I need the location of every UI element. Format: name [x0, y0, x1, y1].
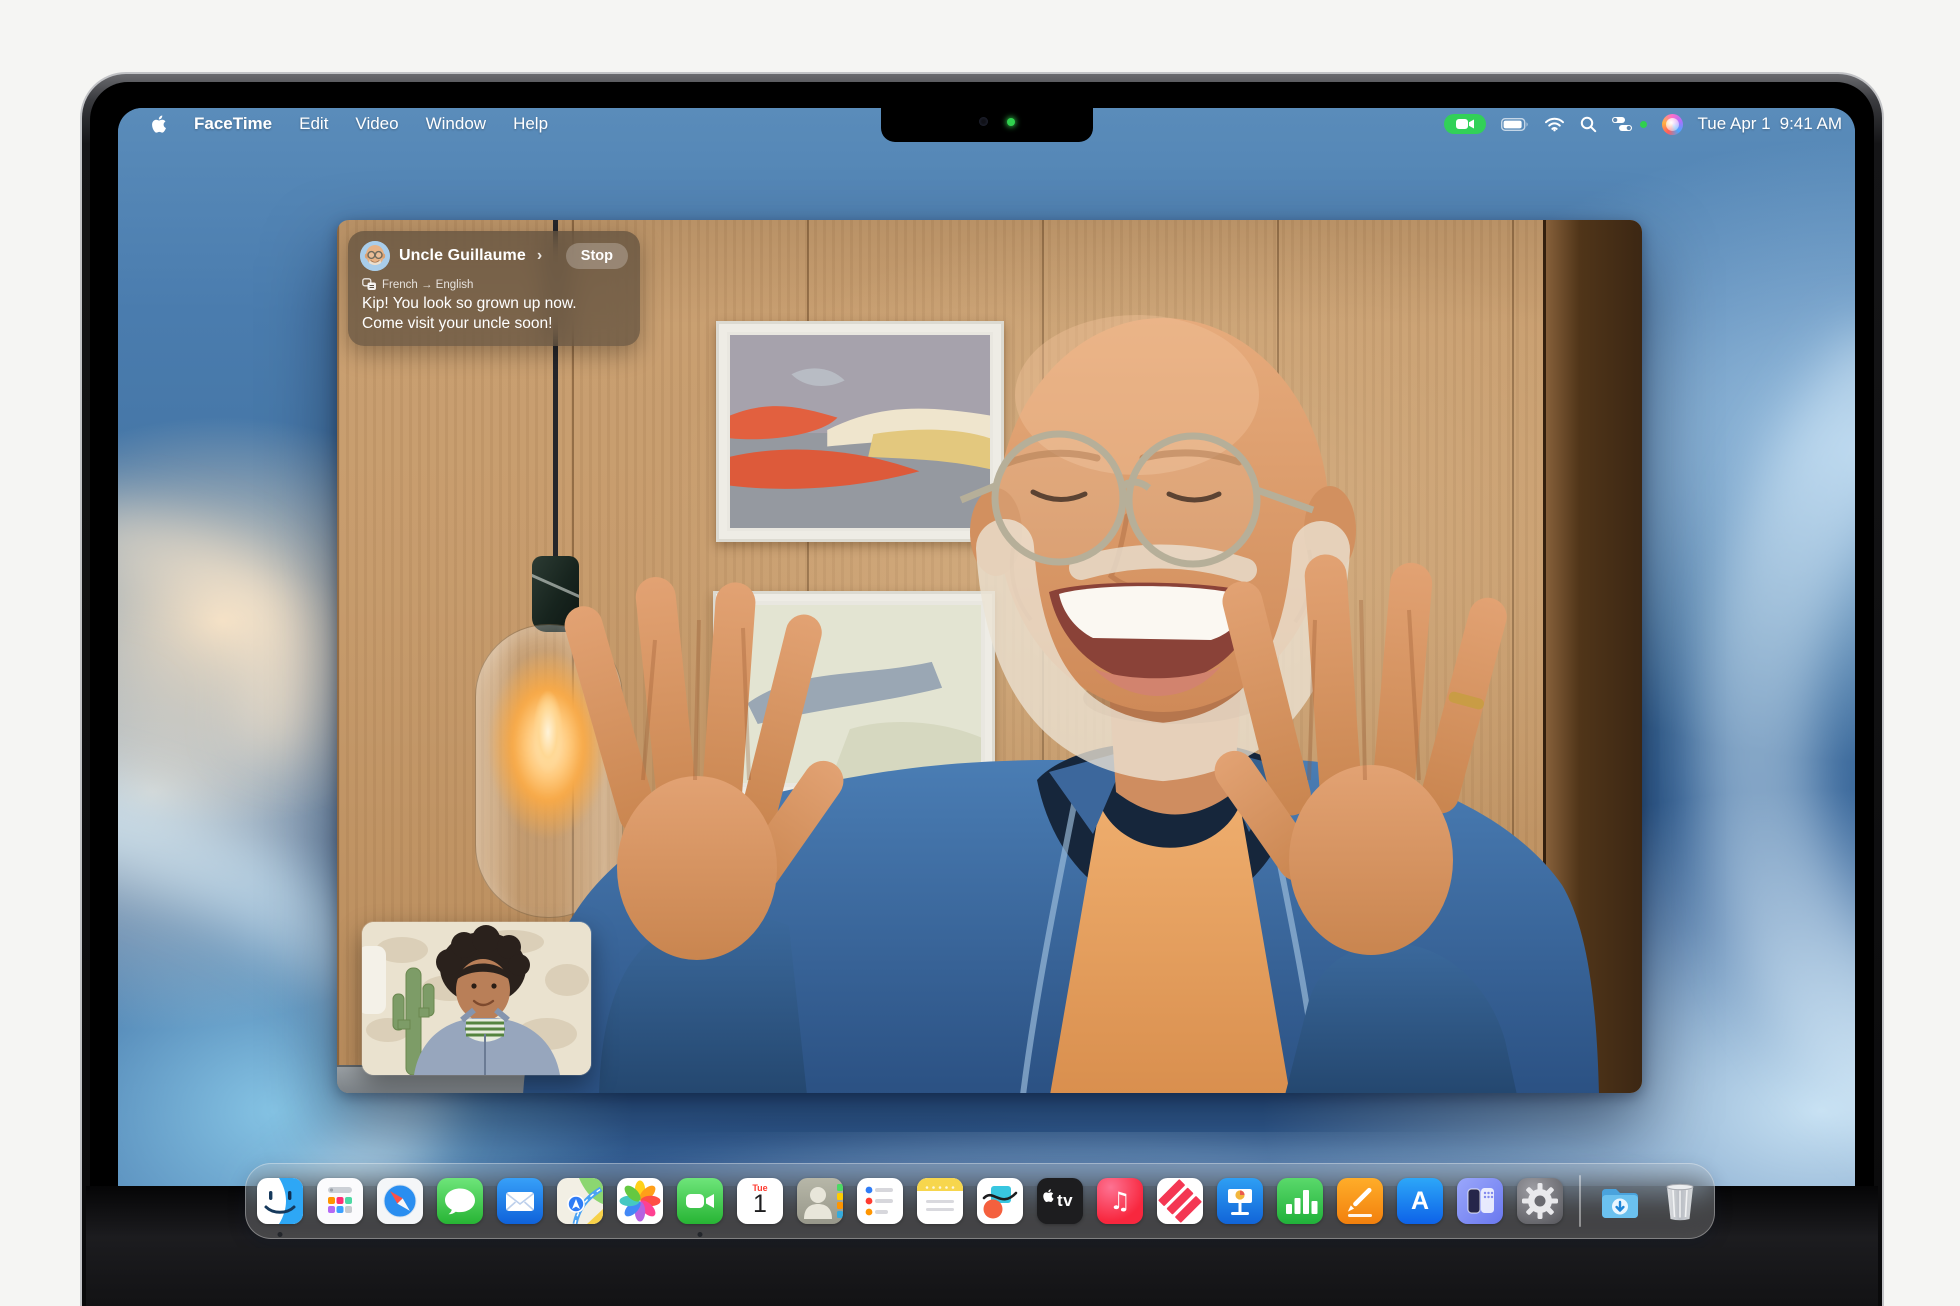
camera-icon: [979, 117, 988, 126]
dock-icon-system-settings[interactable]: [1517, 1178, 1563, 1224]
display-notch: [881, 108, 1093, 142]
recording-indicator-dot-icon: [1640, 121, 1647, 128]
translation-notification[interactable]: Uncle Guillaume › Stop: [348, 231, 640, 346]
menu-item-window[interactable]: Window: [426, 114, 486, 134]
tv-label: tv: [1057, 1191, 1073, 1211]
apple-intelligence-icon[interactable]: [1662, 114, 1683, 135]
dock-icon-keynote[interactable]: [1217, 1178, 1263, 1224]
dock-icon-trash[interactable]: [1657, 1178, 1703, 1224]
dock-icon-apps[interactable]: [317, 1178, 363, 1224]
battery-icon[interactable]: [1501, 118, 1529, 131]
translated-message-line1: Kip! You look so grown up now.: [362, 294, 628, 314]
clock-time: 9:41 AM: [1780, 114, 1842, 134]
stop-translation-button[interactable]: Stop: [566, 243, 628, 269]
finder-running-dot: [278, 1232, 283, 1237]
clock-date: Tue Apr 1: [1698, 114, 1771, 134]
dock-icon-pages[interactable]: [1337, 1178, 1383, 1224]
menu-item-help[interactable]: Help: [513, 114, 548, 134]
caller-name[interactable]: Uncle Guillaume: [399, 247, 526, 265]
macbook-scene: FaceTime Edit Video Window Help: [0, 0, 1960, 1306]
macbook-frame: FaceTime Edit Video Window Help: [80, 72, 1884, 1306]
music-note-glyph: ♫: [1097, 1178, 1143, 1224]
facetime-window[interactable]: Uncle Guillaume › Stop: [337, 220, 1642, 1093]
menu-bar-left: FaceTime Edit Video Window Help: [118, 114, 548, 134]
dock-icon-freeform[interactable]: [977, 1178, 1023, 1224]
dock-divider: [1579, 1175, 1581, 1227]
menu-item-video[interactable]: Video: [355, 114, 398, 134]
translate-icon: [362, 278, 377, 291]
dock-icon-numbers[interactable]: [1277, 1178, 1323, 1224]
dock-icon-downloads[interactable]: [1597, 1178, 1643, 1224]
dock-icon-notes[interactable]: [917, 1178, 963, 1224]
screen: FaceTime Edit Video Window Help: [118, 108, 1855, 1248]
chevron-right-icon[interactable]: ›: [537, 247, 542, 265]
dock-icon-messages[interactable]: [437, 1178, 483, 1224]
dock-icon-safari[interactable]: [377, 1178, 423, 1224]
dock: Tue 1: [245, 1163, 1715, 1239]
dock-icon-photos[interactable]: [617, 1178, 663, 1224]
translation-languages: French → English: [382, 279, 473, 291]
dock-icon-calendar[interactable]: Tue 1: [737, 1178, 783, 1224]
dock-icon-app-store[interactable]: A: [1397, 1178, 1443, 1224]
camera-active-led: [1007, 118, 1015, 126]
menu-app-name[interactable]: FaceTime: [194, 114, 272, 134]
caller-avatar: [360, 241, 390, 271]
translated-message-line2: Come visit your uncle soon!: [362, 314, 628, 334]
self-view-pip[interactable]: [362, 922, 591, 1075]
dock-icon-reminders[interactable]: [857, 1178, 903, 1224]
display-bezel: FaceTime Edit Video Window Help: [90, 82, 1874, 1306]
menu-bar-clock[interactable]: Tue Apr 1 9:41 AM: [1698, 114, 1842, 134]
wifi-icon[interactable]: [1544, 117, 1565, 132]
dock-icon-iphone-mirroring[interactable]: [1457, 1178, 1503, 1224]
dock-icon-contacts[interactable]: [797, 1178, 843, 1224]
facetime-running-dot: [698, 1232, 703, 1237]
calendar-day-label: 1: [737, 1190, 783, 1219]
menu-bar-status: Tue Apr 1 9:41 AM: [1444, 114, 1855, 135]
dock-icon-tv[interactable]: tv: [1037, 1178, 1083, 1224]
control-center-icon[interactable]: [1612, 117, 1632, 131]
dock-icon-facetime[interactable]: [677, 1178, 723, 1224]
translation-language-row: French → English: [362, 278, 628, 291]
spotlight-search-icon[interactable]: [1580, 116, 1597, 133]
notification-header: Uncle Guillaume › Stop: [360, 241, 628, 271]
menu-item-edit[interactable]: Edit: [299, 114, 328, 134]
dock-icon-finder[interactable]: [257, 1178, 303, 1224]
dock-icon-mail[interactable]: [497, 1178, 543, 1224]
facetime-active-camera-icon[interactable]: [1444, 114, 1486, 134]
dock-icon-news[interactable]: [1157, 1178, 1203, 1224]
app-store-letter: A: [1397, 1178, 1443, 1224]
dock-icon-maps[interactable]: [557, 1178, 603, 1224]
dock-icon-music[interactable]: ♫: [1097, 1178, 1143, 1224]
apple-menu-icon[interactable]: [150, 114, 167, 134]
